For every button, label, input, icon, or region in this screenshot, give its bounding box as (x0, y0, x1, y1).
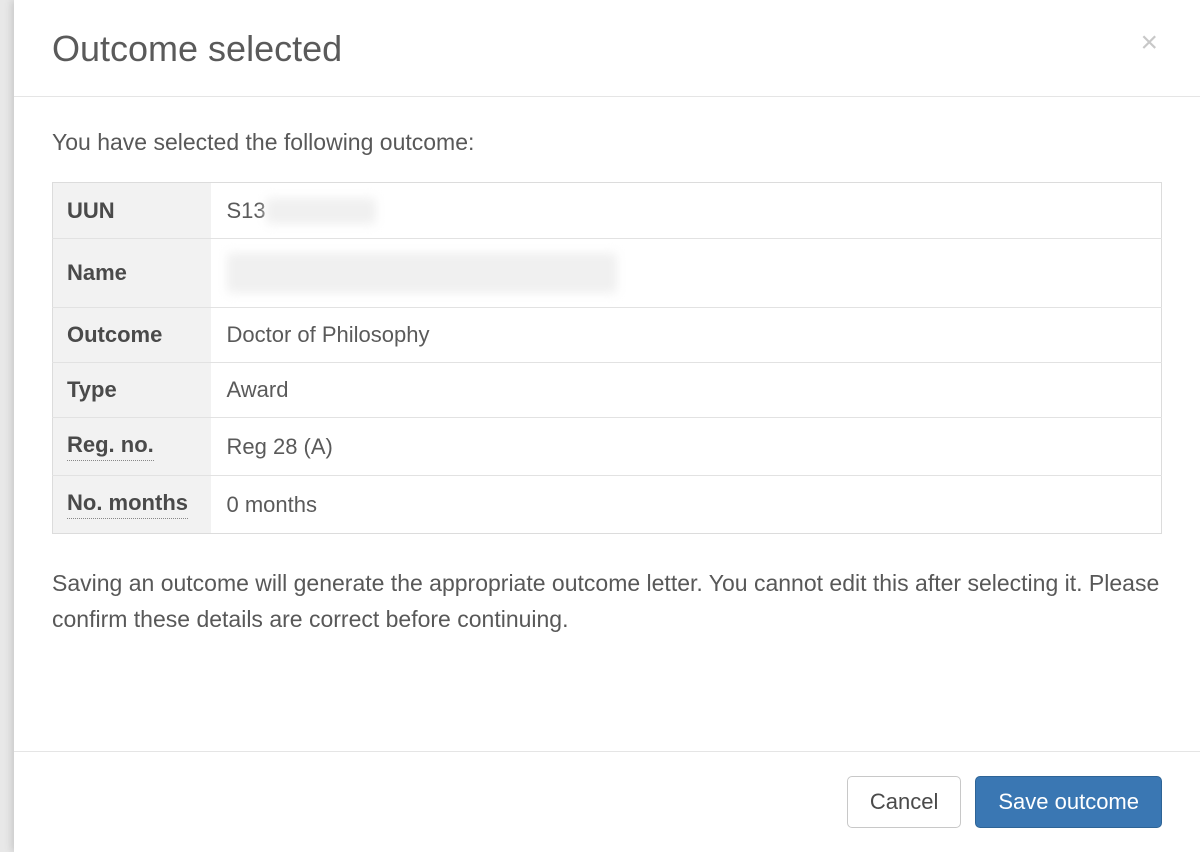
modal-title: Outcome selected (52, 28, 342, 70)
modal-body: You have selected the following outcome:… (14, 97, 1200, 669)
type-value: Award (211, 363, 1162, 418)
redacted-uun (266, 198, 376, 224)
reg-value: Reg 28 (A) (211, 418, 1162, 476)
redacted-name (227, 253, 617, 293)
table-row-reg: Reg. no. Reg 28 (A) (53, 418, 1162, 476)
outcome-label: Outcome (53, 308, 211, 363)
cancel-button[interactable]: Cancel (847, 776, 961, 828)
outcome-details-table: UUN S13 Name Outcome Doctor of Philosoph… (52, 182, 1162, 534)
reg-label: Reg. no. (53, 418, 211, 476)
outcome-value: Doctor of Philosophy (211, 308, 1162, 363)
type-label: Type (53, 363, 211, 418)
save-outcome-button[interactable]: Save outcome (975, 776, 1162, 828)
name-label: Name (53, 239, 211, 308)
table-row-uun: UUN S13 (53, 183, 1162, 239)
modal-header: Outcome selected × (14, 0, 1200, 97)
uun-label: UUN (53, 183, 211, 239)
table-row-months: No. months 0 months (53, 476, 1162, 534)
outcome-selected-modal: Outcome selected × You have selected the… (14, 0, 1200, 852)
uun-value: S13 (211, 183, 1162, 239)
table-row-type: Type Award (53, 363, 1162, 418)
months-label: No. months (53, 476, 211, 534)
close-button[interactable]: × (1136, 28, 1162, 58)
table-row-name: Name (53, 239, 1162, 308)
name-value (211, 239, 1162, 308)
info-text: Saving an outcome will generate the appr… (52, 566, 1162, 637)
uun-prefix: S13 (227, 198, 266, 224)
months-value: 0 months (211, 476, 1162, 534)
modal-footer: Cancel Save outcome (14, 751, 1200, 852)
intro-text: You have selected the following outcome: (52, 129, 1162, 156)
table-row-outcome: Outcome Doctor of Philosophy (53, 308, 1162, 363)
close-icon: × (1140, 26, 1158, 59)
